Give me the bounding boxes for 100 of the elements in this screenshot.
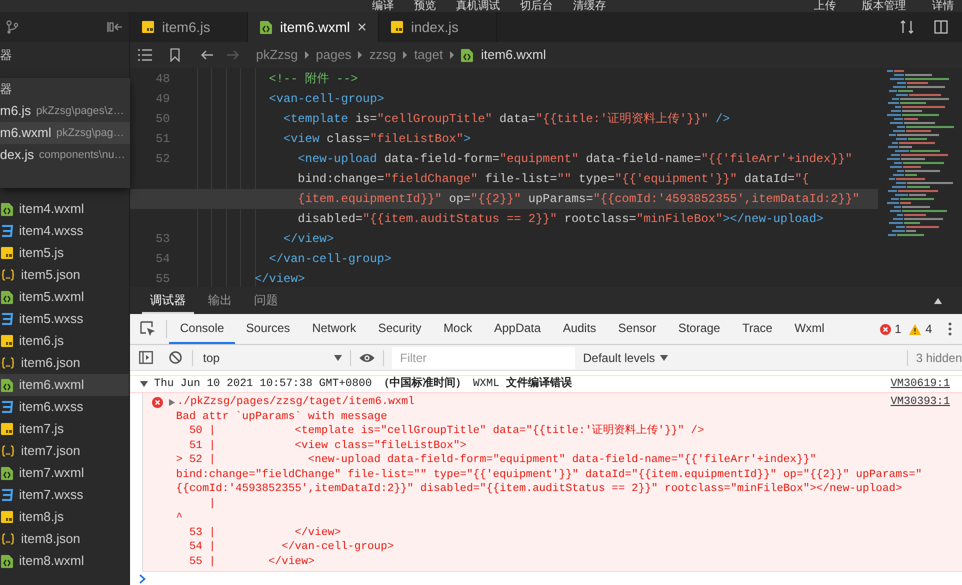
toolbar-item[interactable]: 详情 <box>932 0 954 12</box>
code-line: <view class="fileListBox"> <box>283 131 471 148</box>
devtools-tab[interactable]: Security <box>367 314 432 344</box>
toolbar-item[interactable]: 真机调试 <box>456 0 500 12</box>
error-icon <box>152 396 163 408</box>
toolbar-item[interactable]: 上传 <box>814 0 836 12</box>
source-link[interactable]: VM30619:1 <box>890 376 950 392</box>
devtools-tab[interactable]: Mock <box>432 314 484 344</box>
devtools-tab[interactable]: Wxml <box>783 314 836 344</box>
devtools-tab[interactable]: AppData <box>483 314 552 344</box>
open-editor-item[interactable]: m6.js pkZzsg\pages\z… <box>0 100 130 122</box>
file-item[interactable]: item8.json <box>0 528 129 550</box>
expanded-triangle-icon[interactable] <box>140 380 148 388</box>
toolbar-item[interactable]: 版本管理 <box>862 0 906 12</box>
branch-icon <box>6 20 18 34</box>
file-item[interactable]: item7.js <box>0 418 129 440</box>
breadcrumb-item[interactable]: pkZzsg <box>256 45 298 65</box>
inspect-icon <box>140 321 156 337</box>
file-item[interactable]: item8.wxml <box>0 550 129 572</box>
editor-tab[interactable]: item6.wxml <box>248 12 379 42</box>
console-line: > 52 | <new-upload data-field-form="equipment" data-field-name="{{'fileArr'+index}}" <box>176 453 816 468</box>
levels-dropdown[interactable]: Default levels <box>583 348 668 366</box>
stylesheet-file-icon <box>1 401 13 413</box>
compare-icon <box>900 20 914 34</box>
file-item[interactable]: item7.wxss <box>0 484 129 506</box>
code-line: disabled="{{item.auditStatus == 2}}" rootclass="minFileBox"></new-upload> <box>298 211 824 228</box>
file-item[interactable]: item4.wxss <box>0 220 129 242</box>
console-line: 53 | </view> <box>189 526 342 540</box>
eye-icon <box>359 352 375 362</box>
breadcrumb-item[interactable]: zzsg <box>369 45 396 65</box>
file-name: m6.js <box>0 102 32 120</box>
toolbar-item[interactable]: 清缓存 <box>573 0 606 12</box>
markup-file-icon <box>1 378 13 392</box>
file-item[interactable]: item6.json <box>0 352 129 374</box>
file-item[interactable]: item4.wxml <box>0 198 129 220</box>
braces-icon <box>1 533 15 545</box>
file-item[interactable]: item5.json <box>0 264 129 286</box>
console-line: 50 | <template is="cellGroupTitle" data="{{title:'证明资料上传'}}" /> <box>189 424 704 438</box>
file-item[interactable]: item7.json <box>0 440 129 462</box>
js-file-icon <box>1 247 13 259</box>
devtools-tab[interactable]: Audits <box>552 314 608 344</box>
open-editor-item[interactable]: m6.wxml pkZzsg\pag… <box>0 122 130 144</box>
error-file-path[interactable]: ./pkZzsg/pages/zzsg/taget/item6.wxml <box>177 394 415 410</box>
file-item[interactable]: item6.wxml <box>0 374 129 396</box>
markup-file-icon <box>1 290 13 304</box>
line-number: 50 <box>156 112 170 126</box>
error-icon <box>880 324 891 334</box>
console-line: 51 | <view class="fileListBox"> <box>189 438 466 453</box>
file-item[interactable]: item8.js <box>0 506 129 528</box>
context-dropdown[interactable]: top <box>192 350 342 366</box>
panel-tab[interactable]: 问题 <box>246 287 286 314</box>
js-file-icon <box>1 423 13 435</box>
toolbar-item[interactable]: 预览 <box>414 0 436 12</box>
hidden-count: 3 hidden <box>916 350 962 366</box>
console-line: bind:change="fieldChange" file-list="" type="{{'equipment'}}" dataId="{{item.equipmentId}}" op="{{2}}" upParams=" <box>176 468 922 482</box>
error-count: 1 <box>894 321 902 338</box>
close-icon <box>358 22 366 32</box>
console-line: 54 | </van-cell-group> <box>189 540 394 554</box>
file-item[interactable]: item7.wxml <box>0 462 129 484</box>
markup-file-icon <box>260 20 272 34</box>
chevron-icon <box>304 51 310 59</box>
file-item[interactable]: item5.wxml <box>0 286 129 308</box>
breadcrumb-item[interactable]: item6.wxml <box>480 45 546 65</box>
js-file-icon <box>142 21 154 33</box>
breadcrumb-item[interactable]: taget <box>414 45 443 65</box>
panel-tab[interactable]: 输出 <box>200 287 240 314</box>
file-item[interactable]: item5.js <box>0 242 129 264</box>
markup-file-icon <box>460 48 473 62</box>
devtools-tab[interactable]: Network <box>301 314 368 344</box>
devtools-tab[interactable]: Sources <box>235 314 302 344</box>
chevron-icon <box>357 51 364 59</box>
file-item[interactable]: item6.wxss <box>0 396 129 418</box>
file-name: m6.wxml <box>0 124 52 142</box>
chevron-icon <box>448 51 455 59</box>
filter-field[interactable]: Filter <box>392 346 575 368</box>
file-item[interactable]: item5.wxss <box>0 308 129 330</box>
devtools-tab[interactable]: Storage <box>667 314 732 344</box>
warning-icon <box>909 324 922 334</box>
markup-file-icon <box>1 202 13 216</box>
open-editor-item[interactable]: dex.js components\nu… <box>0 144 130 166</box>
collapsed-triangle-icon <box>169 398 175 406</box>
line-number: 51 <box>156 132 170 146</box>
toolbar-item[interactable]: 编译 <box>372 0 394 12</box>
devtools-tab[interactable]: Trace <box>731 314 784 344</box>
bookmark-icon <box>170 48 180 62</box>
code-line: </view> <box>283 231 334 248</box>
section-header: 器 <box>0 47 12 64</box>
warning-count: 4 <box>925 321 932 338</box>
breadcrumb-item[interactable]: pages <box>316 45 352 65</box>
file-item[interactable]: item6.js <box>0 330 129 352</box>
toolbar-item[interactable]: 切后台 <box>520 0 553 12</box>
file-path: components\nu… <box>38 148 126 163</box>
devtools-tab[interactable]: Sensor <box>607 314 668 344</box>
line-number: 54 <box>156 252 170 266</box>
source-link[interactable]: VM30393:1 <box>890 394 950 410</box>
code-line: <new-upload data-field-form="equipment" data-field-name="{{'fileArr'+index}}" <box>298 151 852 168</box>
stylesheet-file-icon <box>1 313 13 325</box>
dropdown-caret-icon <box>334 354 342 360</box>
sidebar-toggle-icon <box>139 351 153 364</box>
markup-file-icon <box>1 554 13 568</box>
